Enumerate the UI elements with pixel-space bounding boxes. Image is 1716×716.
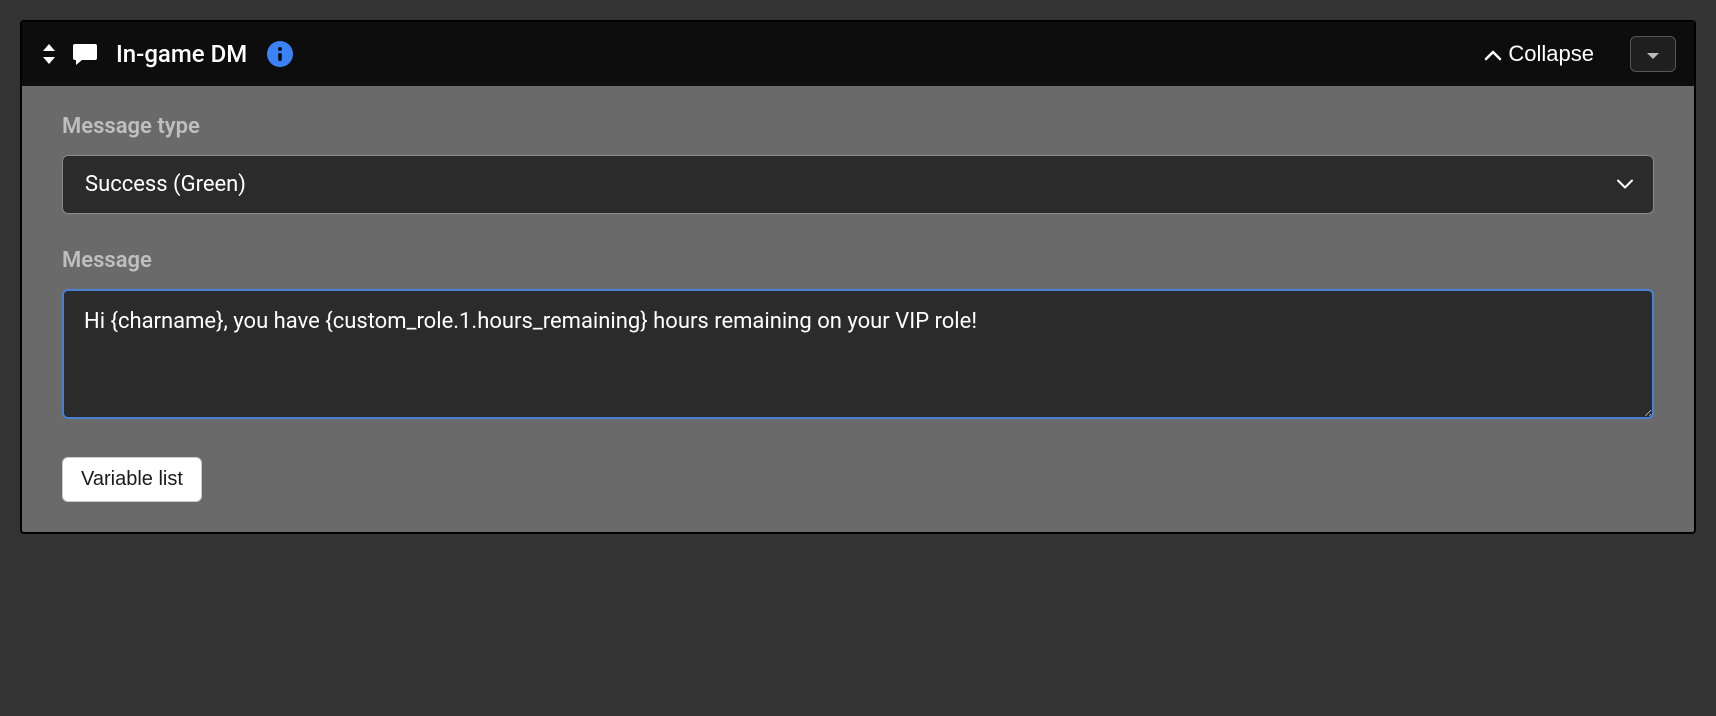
message-type-value: Success (Green) <box>85 172 246 197</box>
config-panel: In-game DM Collapse Message t <box>20 20 1696 534</box>
info-icon[interactable] <box>267 41 293 67</box>
panel-header: In-game DM Collapse <box>22 22 1694 86</box>
chevron-up-icon <box>1484 41 1502 67</box>
caret-down-icon <box>1646 45 1660 64</box>
message-textarea[interactable] <box>62 289 1654 419</box>
collapse-label: Collapse <box>1508 41 1594 67</box>
panel-title: In-game DM <box>116 40 247 68</box>
message-type-select[interactable]: Success (Green) <box>62 155 1654 214</box>
message-type-label: Message type <box>62 114 1654 139</box>
panel-body: Message type Success (Green) Message Var… <box>22 86 1694 532</box>
message-label: Message <box>62 248 1654 273</box>
variable-list-button[interactable]: Variable list <box>62 457 202 502</box>
chat-bubble-icon <box>72 42 98 66</box>
panel-menu-button[interactable] <box>1630 36 1676 72</box>
collapse-button[interactable]: Collapse <box>1484 41 1594 67</box>
drag-handle-icon[interactable] <box>40 44 58 64</box>
